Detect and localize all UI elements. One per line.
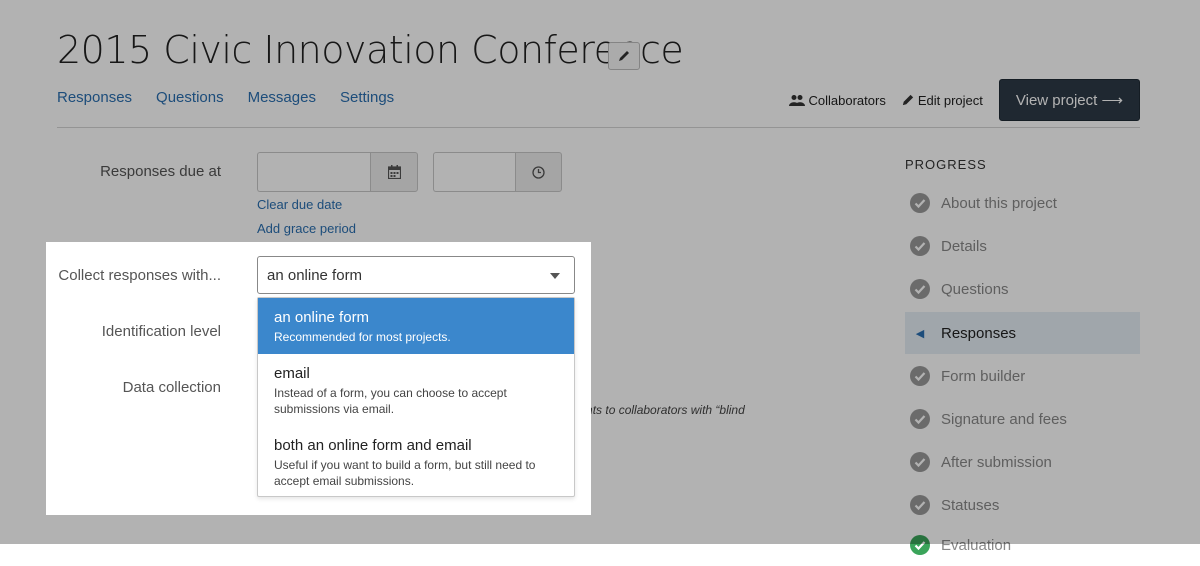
- progress-step[interactable]: Questions: [905, 268, 1140, 310]
- clock-button[interactable]: [515, 152, 562, 192]
- progress-step-active[interactable]: ◀ Responses: [905, 312, 1140, 354]
- due-time-input[interactable]: [433, 152, 516, 192]
- nav-messages[interactable]: Messages: [248, 89, 316, 106]
- progress-step[interactable]: After submission: [905, 441, 1140, 483]
- progress-step[interactable]: Signature and fees: [905, 398, 1140, 440]
- check-circle-icon: [910, 279, 930, 299]
- collect-responses-menu: an online form Recommended for most proj…: [257, 297, 575, 497]
- progress-step-label: Signature and fees: [941, 410, 1067, 428]
- check-circle-icon: [910, 409, 930, 429]
- edit-title-button[interactable]: [608, 42, 640, 70]
- pencil-icon: [619, 51, 629, 61]
- add-grace-period-link[interactable]: Add grace period: [257, 221, 356, 236]
- collect-label: Collect responses with...: [58, 267, 221, 284]
- progress-step[interactable]: Statuses: [905, 484, 1140, 526]
- due-date-input[interactable]: [257, 152, 371, 192]
- progress-step-label: Responses: [941, 324, 1017, 342]
- calendar-icon: [387, 165, 401, 179]
- data-collection-label: Data collection: [122, 379, 221, 396]
- caret-left-icon: ◀: [915, 327, 925, 340]
- option-online-form[interactable]: an online form Recommended for most proj…: [258, 298, 574, 354]
- identification-label: Identification level: [101, 323, 221, 340]
- check-circle-icon: [910, 535, 930, 555]
- check-circle-icon: [910, 236, 930, 256]
- progress-step-label: After submission: [941, 453, 1052, 471]
- option-title: both an online form and email: [274, 437, 472, 454]
- nav-settings[interactable]: Settings: [340, 89, 394, 106]
- check-circle-icon: [910, 193, 930, 213]
- users-icon: [788, 94, 805, 106]
- nav-responses[interactable]: Responses: [57, 89, 132, 106]
- clear-due-date-link[interactable]: Clear due date: [257, 197, 342, 212]
- option-description: Useful if you want to build a form, but …: [274, 458, 536, 488]
- option-email[interactable]: email Instead of a form, you can choose …: [258, 365, 574, 417]
- progress-step-label: Evaluation: [941, 536, 1012, 554]
- due-label: Responses due at: [100, 163, 221, 180]
- option-description: Instead of a form, you can choose to acc…: [274, 386, 507, 416]
- page-title: 2015 Civic Innovation Conference: [57, 28, 684, 72]
- progress-title: PROGRESS: [905, 157, 987, 172]
- caret-down-icon: [550, 273, 560, 279]
- collaborators-label: Collaborators: [808, 92, 886, 108]
- calendar-button[interactable]: [370, 152, 418, 192]
- progress-step-label: Questions: [941, 280, 1009, 298]
- edit-project-link[interactable]: Edit project: [902, 93, 983, 108]
- edit-project-label: Edit project: [917, 92, 983, 108]
- progress-step-label: Statuses: [941, 496, 1000, 514]
- main-nav: Responses Questions Messages Settings: [57, 89, 394, 106]
- view-project-button[interactable]: View project ⟶: [998, 79, 1140, 121]
- progress-step[interactable]: Form builder: [905, 355, 1140, 397]
- select-value: an online form: [267, 266, 363, 284]
- check-circle-icon: [910, 452, 930, 472]
- progress-step-label: Form builder: [941, 367, 1026, 385]
- pencil-icon: [902, 94, 913, 106]
- header-divider: [57, 127, 1140, 128]
- check-circle-icon: [910, 495, 930, 515]
- progress-step-label: About this project: [941, 194, 1057, 212]
- blind-review-text: ndents to collaborators with “blind: [566, 403, 745, 417]
- progress-step[interactable]: Evaluation: [905, 524, 1140, 566]
- check-circle-icon: [910, 366, 930, 386]
- progress-step[interactable]: Details: [905, 225, 1140, 267]
- option-title: an online form: [274, 309, 370, 326]
- progress-step-label: Details: [941, 237, 987, 255]
- collect-responses-select[interactable]: an online form: [257, 256, 575, 294]
- nav-questions[interactable]: Questions: [156, 89, 224, 106]
- header-actions: Collaborators Edit project View project …: [788, 79, 1140, 121]
- progress-step[interactable]: About this project: [905, 182, 1140, 224]
- option-title: email: [274, 365, 310, 382]
- option-both[interactable]: both an online form and email Useful if …: [258, 437, 574, 489]
- collaborators-link[interactable]: Collaborators: [788, 92, 886, 108]
- page: 2015 Civic Innovation Conference Respons…: [0, 0, 1200, 555]
- clock-icon: [532, 165, 545, 179]
- option-description: Recommended for most projects.: [274, 330, 451, 344]
